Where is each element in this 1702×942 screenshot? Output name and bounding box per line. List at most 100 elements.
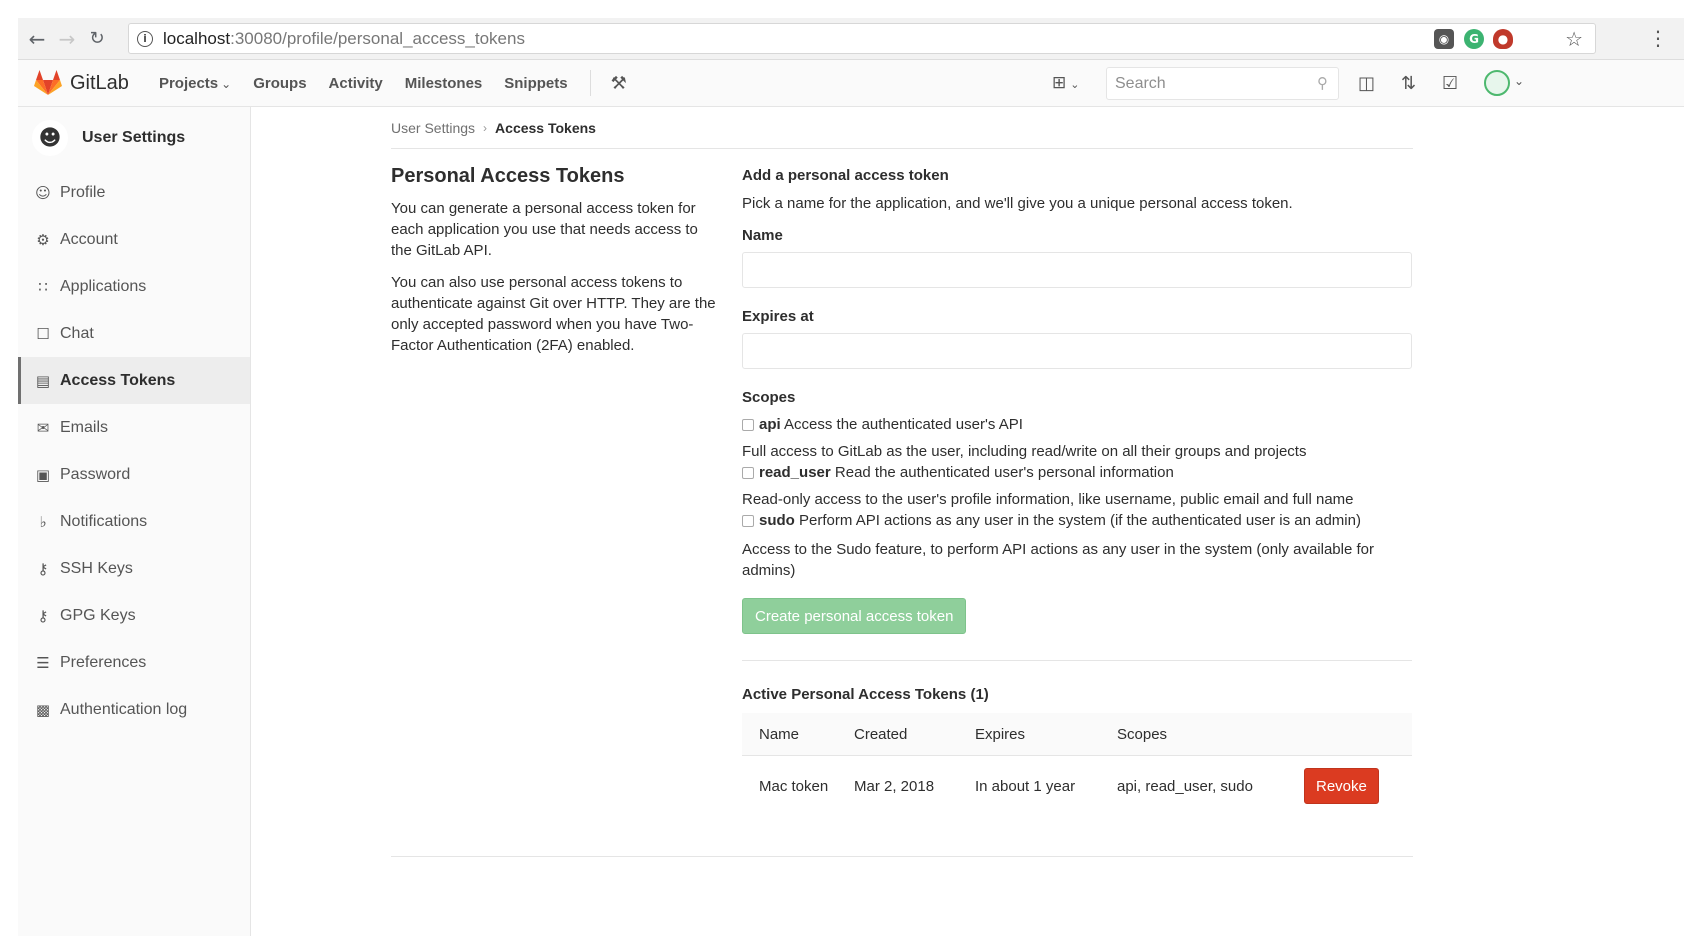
scope-sudo-checkbox[interactable] <box>742 515 754 528</box>
token-expires-cell: In about 1 year <box>975 777 1076 795</box>
browser-window: ← → ↻ i localhost:30080/profile/personal… <box>18 18 1684 936</box>
scope-api-checkbox[interactable] <box>742 419 754 432</box>
browser-toolbar: ← → ↻ i localhost:30080/profile/personal… <box>18 18 1684 60</box>
settings-sidebar: ☻ User Settings ☺ Profile ⚙ Account ∷ Appli… <box>18 107 251 936</box>
column-header: Expires <box>975 725 1026 743</box>
scope-summary: Perform API actions as any user in the s… <box>799 512 1361 529</box>
search-placeholder: Search <box>1115 74 1166 92</box>
expires-label: Expires at <box>742 308 814 325</box>
key-icon: ⚷ <box>37 559 49 578</box>
expires-at-input[interactable] <box>742 333 1412 369</box>
sidebar-title: User Settings <box>82 129 186 146</box>
form-description: Pick a name for the application, and we'… <box>742 195 1293 212</box>
browser-menu-icon[interactable]: ⋮ <box>1648 26 1668 50</box>
scope-key: read_user <box>759 464 831 481</box>
nav-milestones[interactable]: Milestones <box>405 75 483 92</box>
scope-detail: Access to the Sudo feature, to perform A… <box>742 541 1374 579</box>
sidebar-item-ssh-keys[interactable]: ⚷ SSH Keys <box>18 545 250 592</box>
sidebar-item-access-tokens[interactable]: ▤ Access Tokens <box>18 357 250 404</box>
sidebar-item-profile[interactable]: ☺ Profile <box>18 169 250 216</box>
todo-check-icon[interactable]: ☑ <box>1442 73 1458 94</box>
scope-summary: Access the authenticated user's API <box>784 416 1023 433</box>
bell-icon: ♭ <box>39 512 47 531</box>
table-row: Mac token Mar 2, 2018 In about 1 year ap… <box>742 756 1412 816</box>
nav-activity[interactable]: Activity <box>329 75 383 92</box>
brand-name: GitLab <box>70 71 129 94</box>
sidebar-item-gpg-keys[interactable]: ⚷ GPG Keys <box>18 592 250 639</box>
sidebar-item-applications[interactable]: ∷ Applications <box>18 263 250 310</box>
chat-icon: ☐ <box>36 324 50 343</box>
sidebar-item-label: Applications <box>60 277 147 295</box>
sidebar-item-emails[interactable]: ✉ Emails <box>18 404 250 451</box>
scope-detail: Read-only access to the user's profile i… <box>742 491 1354 508</box>
back-icon[interactable]: ← <box>22 27 52 51</box>
revoke-button[interactable]: Revoke <box>1304 768 1379 804</box>
sidebar-item-password[interactable]: ▣ Password <box>18 451 250 498</box>
shield-extension-icon[interactable]: ● <box>1493 29 1513 49</box>
sidebar-item-notifications[interactable]: ♭ Notifications <box>18 498 250 545</box>
section-divider <box>742 660 1412 661</box>
address-bar[interactable]: i localhost:30080/profile/personal_acces… <box>128 23 1596 54</box>
create-token-button[interactable]: Create personal access token <box>742 598 967 634</box>
scopes-label: Scopes <box>742 389 796 406</box>
sidebar-toggle-icon[interactable]: ◫ <box>1358 73 1375 94</box>
scope-summary: Read the authenticated user's personal i… <box>834 464 1174 481</box>
token-name-input[interactable] <box>742 252 1412 288</box>
breadcrumb-parent[interactable]: User Settings <box>391 120 475 136</box>
forward-icon[interactable]: → <box>52 27 82 51</box>
admin-wrench-icon[interactable]: ⚒ <box>611 73 627 94</box>
breadcrumb-current[interactable]: Access Tokens <box>495 120 596 136</box>
profile-icon: ☺ <box>35 183 51 202</box>
sidebar-item-label: Notifications <box>60 512 148 530</box>
search-input[interactable]: Search ⚲ <box>1106 67 1339 100</box>
sidebar-item-label: SSH Keys <box>60 559 133 577</box>
tanuki-logo-icon <box>34 70 62 95</box>
chevron-down-icon[interactable]: ⌄ <box>1514 74 1524 88</box>
token-form-panel: Add a personal access token Pick a name … <box>391 165 1413 857</box>
scope-key: sudo <box>759 512 795 529</box>
breadcrumb-separator-icon: › <box>483 120 488 135</box>
sidebar-item-label: GPG Keys <box>60 606 136 624</box>
merge-request-icon[interactable]: ⇅ <box>1401 73 1416 94</box>
sidebar-item-chat[interactable]: ☐ Chat <box>18 310 250 357</box>
sidebar-item-account[interactable]: ⚙ Account <box>18 216 250 263</box>
sidebar-item-preferences[interactable]: ☰ Preferences <box>18 639 250 686</box>
user-avatar[interactable] <box>1484 70 1510 96</box>
scope-read-user-checkbox[interactable] <box>742 467 754 480</box>
reload-icon[interactable]: ↻ <box>82 28 112 49</box>
top-nav: Projects ⌄ Groups Activity Milestones Sni… <box>159 75 590 92</box>
lock-icon: ▣ <box>35 465 51 484</box>
scope-sudo: sudo Perform API actions as any user in … <box>742 512 1413 529</box>
token-icon: ▤ <box>35 371 51 390</box>
column-header: Created <box>854 725 908 743</box>
extension-icon[interactable]: ◉ <box>1434 29 1454 49</box>
gitlab-logo[interactable]: GitLab <box>34 70 129 96</box>
gitlab-header: GitLab Projects ⌄ Groups Activity Milesto… <box>18 60 1684 107</box>
token-created-cell: Mar 2, 2018 <box>854 777 935 795</box>
nav-groups[interactable]: Groups <box>253 75 306 92</box>
nav-projects[interactable]: Projects ⌄ <box>159 75 231 92</box>
bookmark-star-icon[interactable]: ☆ <box>1565 27 1583 51</box>
info-icon[interactable]: i <box>137 30 153 47</box>
active-tokens-table: Name Created Expires Scopes Mac token Ma… <box>742 713 1412 816</box>
sidebar-header[interactable]: ☻ User Settings <box>18 107 250 169</box>
name-label: Name <box>742 227 783 244</box>
url-path: :30080/profile/personal_access_tokens <box>230 28 525 48</box>
form-heading: Add a personal access token <box>742 167 949 184</box>
grammarly-icon[interactable]: G <box>1464 29 1484 49</box>
sidebar-item-label: Chat <box>60 324 94 342</box>
scope-detail: Full access to GitLab as the user, inclu… <box>742 443 1307 460</box>
nav-snippets[interactable]: Snippets <box>504 75 567 92</box>
page-title: Personal Access Tokens <box>391 165 625 187</box>
new-dropdown-button[interactable]: ⊞ ⌄ <box>1052 73 1079 93</box>
scope-read-user: read_user Read the authenticated user's … <box>742 464 1413 481</box>
sidebar-item-label: Preferences <box>60 653 147 671</box>
chevron-down-icon: ⌄ <box>1070 78 1080 91</box>
token-scopes-cell: api, read_user, sudo <box>1117 777 1253 795</box>
user-silhouette-icon: ☻ <box>32 120 68 156</box>
table-header: Name Created Expires Scopes <box>742 713 1412 756</box>
sidebar-item-authentication-log[interactable]: ▩ Authentication log <box>18 686 250 733</box>
email-icon: ✉ <box>36 418 50 437</box>
nav-divider <box>589 70 591 96</box>
sidebar-item-label: Account <box>60 230 118 248</box>
